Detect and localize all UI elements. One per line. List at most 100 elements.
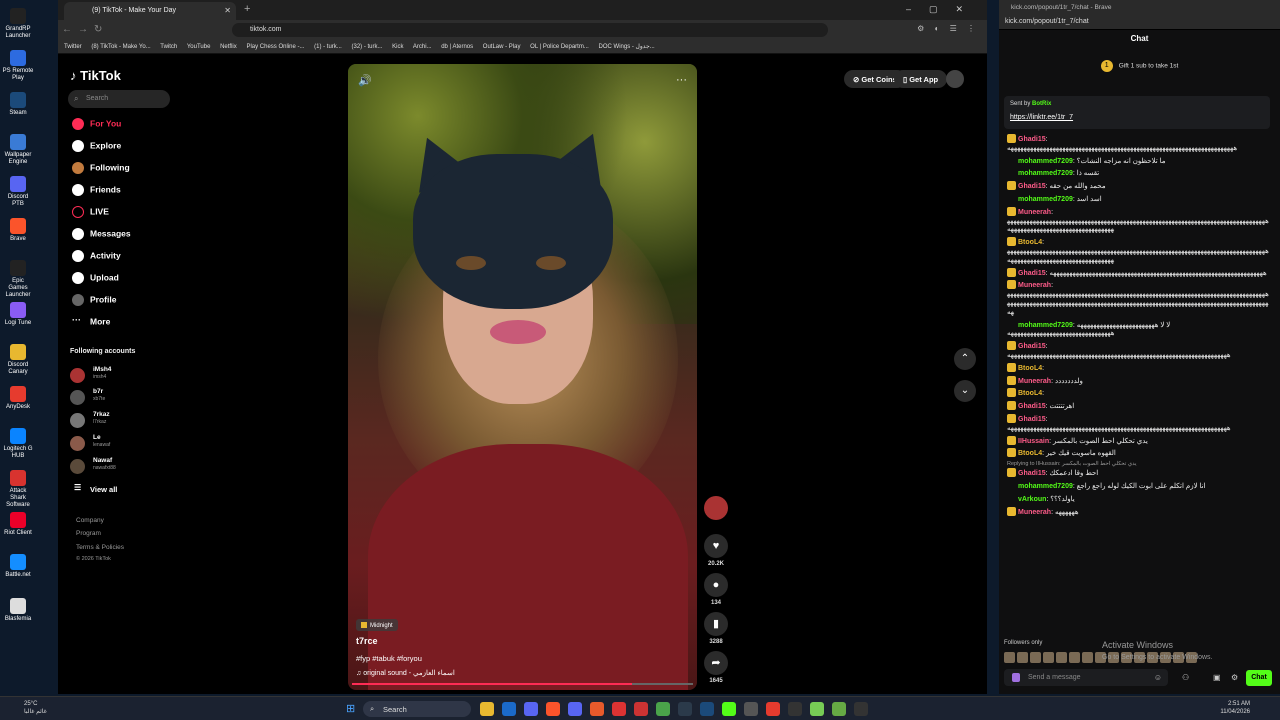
nav-for-you[interactable]: For You	[72, 118, 121, 134]
nav-messages[interactable]: Messages	[72, 228, 131, 244]
chat-username[interactable]: mohammed7209	[1018, 322, 1073, 329]
chat-message[interactable]: IIHussain: يدي تحكلي احط الصوت بالمكسر	[1007, 435, 1269, 447]
account-item[interactable]: Nawaf nawafxt88	[70, 457, 160, 475]
emote-picker-icon[interactable]: ⚇	[1182, 673, 1189, 682]
desktop-icon-riot-client[interactable]: Riot Client	[2, 512, 34, 537]
chat-message[interactable]: Ghadi15: ههههههههههههههههههههههههههههههه…	[1007, 134, 1269, 154]
profile-avatar[interactable]	[946, 70, 964, 88]
save-button[interactable]: ▮ 3288	[704, 612, 728, 645]
tiktok-logo[interactable]: ♪ TikTok	[70, 68, 121, 83]
nav-buttons[interactable]: ←→↻	[62, 24, 108, 35]
nav-live[interactable]: LIVE	[72, 206, 109, 222]
chat-username[interactable]: mohammed7209	[1018, 483, 1073, 490]
music-tag[interactable]: Midnight	[356, 619, 398, 631]
chat-send-button[interactable]: Chat	[1246, 670, 1272, 686]
desktop-icon-logi-tune[interactable]: Logi Tune	[2, 302, 34, 327]
chat-username[interactable]: Muneerah	[1018, 378, 1051, 385]
chat-message[interactable]: BtooL4: هههههههههههههههههههههههههههههههه…	[1007, 237, 1269, 265]
nav-following[interactable]: Following	[72, 162, 130, 178]
desktop-icon-attack-shark[interactable]: Attack Shark Software	[2, 470, 34, 509]
weather-widget[interactable]: 25°C غائم غالبا	[24, 700, 47, 716]
gift-banner[interactable]: 1 Gift 1 sub to take 1st	[999, 60, 1280, 72]
chat-username[interactable]: mohammed7209	[1018, 158, 1073, 165]
start-icon[interactable]: ⊞	[346, 702, 355, 715]
extension-icons[interactable]: ⚙ ◐ ☰ ⋮	[917, 24, 979, 33]
chat-username[interactable]: Ghadi15	[1018, 183, 1046, 190]
bookmark[interactable]: YouTube	[187, 44, 211, 50]
nav-more[interactable]: ··· More	[72, 316, 110, 332]
chat-message[interactable]: Muneerah: ههههههه	[1007, 506, 1269, 518]
nav-upload[interactable]: Upload	[72, 272, 119, 288]
settings-icon[interactable]: ⚙	[1231, 673, 1238, 682]
footer-terms[interactable]: Terms & Policies	[76, 544, 124, 551]
chat-username[interactable]: mohammed7209	[1018, 196, 1073, 203]
chat-message[interactable]: vArkoun: ياولد؟؟؟	[1007, 494, 1269, 505]
nav-profile[interactable]: Profile	[72, 294, 116, 310]
address-bar[interactable]: tiktok.com	[232, 23, 828, 37]
account-item[interactable]: b7r xb7te	[70, 388, 160, 406]
chat-username[interactable]: vArkoun	[1018, 496, 1046, 503]
desktop-icon-battlenet[interactable]: Battle.net	[2, 554, 34, 579]
chat-message[interactable]: Ghadi15: محمد والله من حقه	[1007, 181, 1269, 192]
chat-username[interactable]: mohammed7209	[1018, 170, 1073, 177]
account-item[interactable]: 7rkaz l7rkaz	[70, 411, 160, 429]
chat-username[interactable]: BtooL4	[1018, 390, 1042, 397]
view-all-link[interactable]: ☰ View all	[74, 484, 117, 500]
chat-message[interactable]: Muneerah: ولددددددد	[1007, 375, 1269, 387]
chat-username[interactable]: Muneerah	[1018, 282, 1051, 289]
chat-username[interactable]: BtooL4	[1018, 239, 1042, 246]
desktop-icon-blasfemia[interactable]: Blasfemia	[2, 598, 34, 623]
chat-username[interactable]: BtooL4	[1018, 450, 1042, 457]
desktop-icon-ps-remote-play[interactable]: PS Remote Play	[2, 50, 34, 82]
video-sound[interactable]: ♫ original sound - اسماء العازمي	[356, 669, 455, 677]
bookmark[interactable]: Twitter	[64, 44, 82, 50]
desktop-icon-discord-canary[interactable]: Discord Canary	[2, 344, 34, 376]
nav-activity[interactable]: Activity	[72, 250, 121, 266]
chat-message[interactable]: mohammed7209: اسد اسد	[1007, 194, 1269, 205]
bookmark[interactable]: (1) - turk...	[314, 44, 342, 50]
volume-icon[interactable]: 🔊	[358, 74, 372, 87]
window-controls[interactable]: –▢✕	[906, 4, 981, 15]
bookmark[interactable]: Twitch	[160, 44, 177, 50]
bookmark[interactable]: db | Aternos	[441, 44, 473, 50]
chat-username[interactable]: BtooL4	[1018, 365, 1042, 372]
chat-message[interactable]: BtooL4: القهوه ماسويت قيك خير	[1007, 448, 1269, 459]
bookmark[interactable]: (32) - turk...	[351, 44, 382, 50]
tab-tiktok[interactable]: (9) TikTok - Make Your Day ✕	[64, 2, 236, 20]
nav-explore[interactable]: Explore	[72, 140, 121, 156]
chat-message[interactable]: mohammed7209: ما تلاحظون انه مزاجه النشا…	[1007, 156, 1269, 167]
chat-username[interactable]: Ghadi15	[1018, 416, 1046, 423]
chat-message[interactable]: Ghadi15: اهرتتتتت	[1007, 401, 1269, 412]
chat-message[interactable]: Ghadi15: ههههههههههههههههههههههههههههههه…	[1007, 267, 1269, 279]
emoji-icon[interactable]: ☺	[1154, 673, 1162, 682]
nav-friends[interactable]: Friends	[72, 184, 121, 200]
chat-message[interactable]: Ghadi15: احط وقا ادعمكك	[1007, 468, 1269, 479]
bookmark[interactable]: Archi...	[413, 44, 432, 50]
chat-message[interactable]: mohammed7209: لا لا هههههههههههههههههههه…	[1007, 320, 1269, 340]
chat-message[interactable]: Ghadi15: ههههههههههههههههههههههههههههههه…	[1007, 341, 1269, 361]
system-tray-clock[interactable]: 2:51 AM 11/04/2026	[1220, 700, 1250, 716]
close-tab-icon[interactable]: ✕	[224, 6, 231, 15]
pinned-link[interactable]: https://linktr.ee/1tr_7	[1010, 114, 1073, 121]
chat-username[interactable]: Ghadi15	[1018, 270, 1046, 277]
previous-video-button[interactable]: ⌃	[954, 348, 976, 370]
chat-message[interactable]: Ghadi15: ههههههههههههههههههههههههههههههه…	[1007, 413, 1269, 434]
desktop-icon-epic-games[interactable]: Epic Games Launcher	[2, 260, 34, 299]
footer-program[interactable]: Program	[76, 530, 101, 537]
taskbar-apps[interactable]	[480, 702, 876, 719]
chat-message[interactable]: Muneerah: هههههههههههههههههههههههههههههه…	[1007, 206, 1269, 235]
account-item[interactable]: Le lenawaf	[70, 434, 160, 452]
get-app-button[interactable]: ▯ Get App	[894, 70, 948, 88]
bookmark[interactable]: Play Chess Online -...	[246, 44, 304, 50]
chat-message[interactable]: BtooL4:	[1007, 388, 1269, 399]
desktop-icon-grandrp[interactable]: GrandRP Launcher	[2, 8, 34, 40]
more-options-icon[interactable]: ···	[676, 74, 687, 86]
video-username[interactable]: t7rce	[356, 636, 378, 646]
desktop-icon-logitech-ghub[interactable]: Logitech G HUB	[2, 428, 34, 460]
bookmark[interactable]: Netflix	[220, 44, 237, 50]
video-player[interactable]: 🔊 ··· Midnight t7rce #fyp #tabuk #foryou…	[348, 64, 697, 690]
chat-message[interactable]: mohammed7209: تقسه ذا	[1007, 168, 1269, 179]
share-button[interactable]: ➦ 1645	[704, 651, 728, 684]
bookmark[interactable]: OL | Police Departm...	[530, 44, 589, 50]
taskbar-search[interactable]: ⌕ Search	[363, 701, 471, 717]
